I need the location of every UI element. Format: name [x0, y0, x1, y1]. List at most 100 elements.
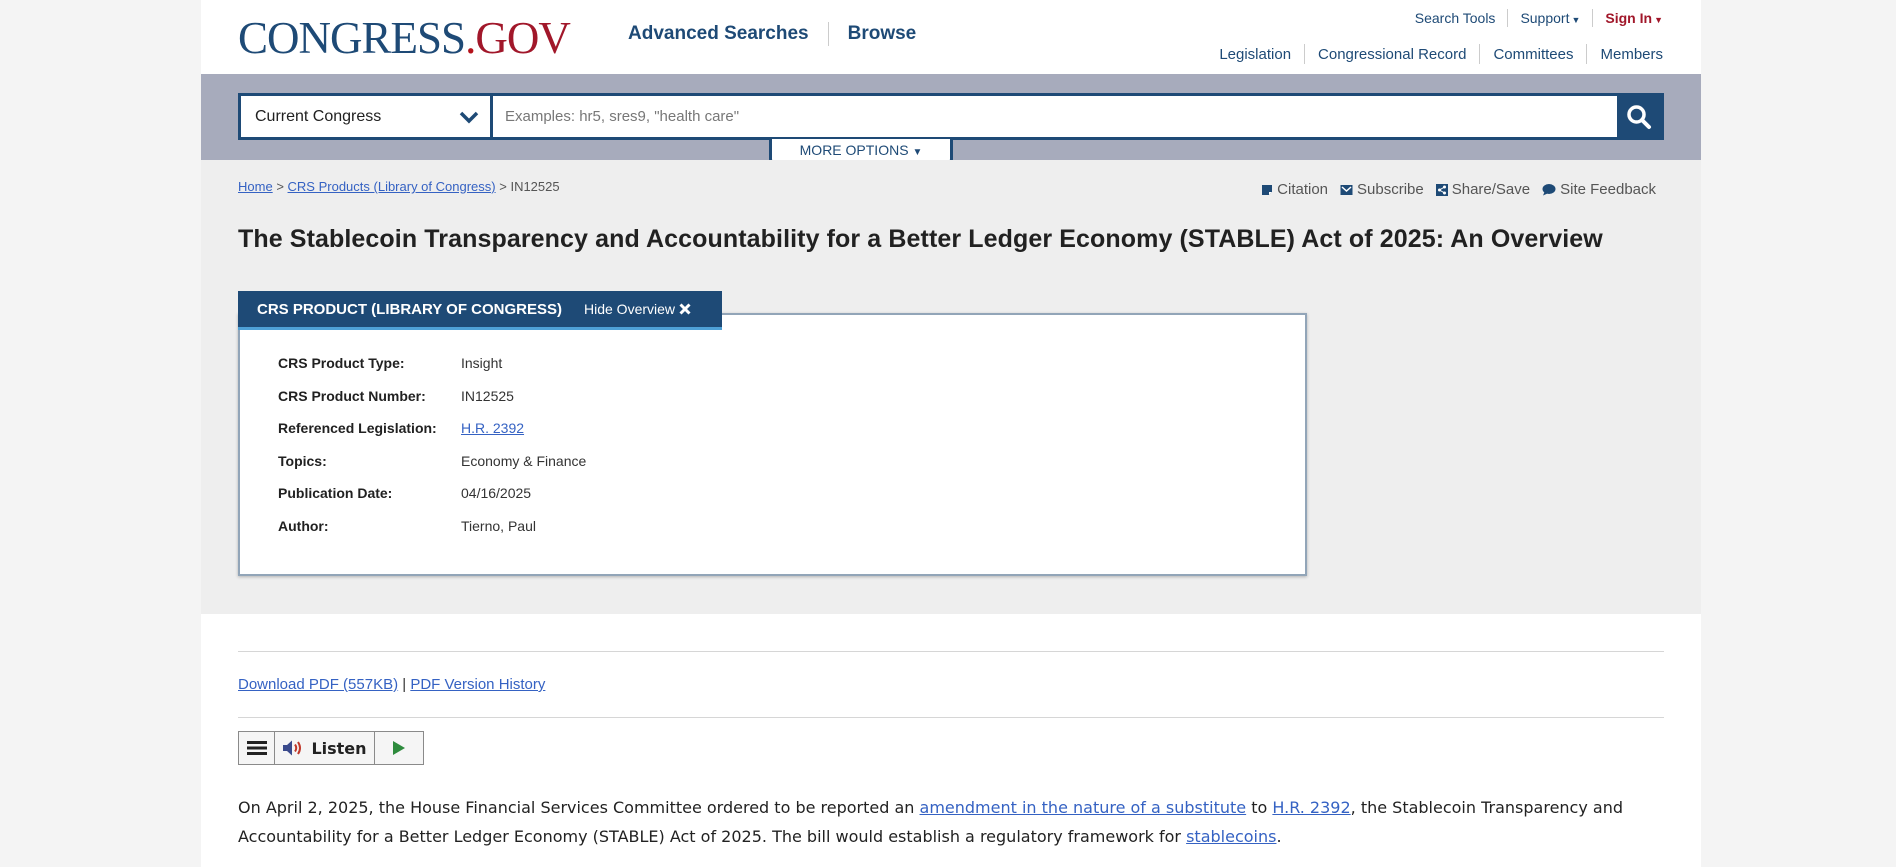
- hide-overview-label: Hide Overview: [584, 301, 676, 317]
- download-links: Download PDF (557KB) | PDF Version Histo…: [238, 676, 545, 693]
- nav-committees[interactable]: Committees: [1493, 46, 1573, 63]
- overview-label: Topics:: [278, 453, 327, 469]
- site-feedback-label: Site Feedback: [1560, 181, 1656, 198]
- citation-label: Citation: [1277, 181, 1329, 198]
- page-title: The Stablecoin Transparency and Accounta…: [238, 225, 1603, 253]
- overview-label: CRS Product Number:: [278, 388, 426, 404]
- listen-menu-button[interactable]: [239, 732, 275, 764]
- download-separator: |: [402, 676, 407, 693]
- breadcrumb-crs-products[interactable]: CRS Products (Library of Congress): [288, 179, 496, 194]
- overview-row-topics: Topics: Economy & Finance: [278, 453, 586, 469]
- listen-player: Listen: [238, 731, 424, 765]
- chevron-down-icon: ▼: [912, 147, 923, 158]
- hr-2392-link[interactable]: H.R. 2392: [1272, 798, 1350, 817]
- citation-icon: [1262, 184, 1273, 195]
- listen-label: Listen: [311, 738, 367, 758]
- chevron-down-icon: [459, 111, 479, 123]
- sign-in-label: Sign In: [1605, 10, 1653, 26]
- hide-overview-button[interactable]: Hide Overview: [584, 301, 691, 317]
- sec-divider: [1479, 44, 1481, 64]
- overview-tab-title: CRS PRODUCT (LIBRARY OF CONGRESS): [257, 300, 563, 318]
- overview-band: Home > CRS Products (Library of Congress…: [201, 160, 1701, 614]
- share-icon: [1435, 183, 1448, 196]
- search-tools-link[interactable]: Search Tools: [1415, 10, 1496, 26]
- congress-gov-logo[interactable]: CONGRESS.GOV: [238, 13, 571, 63]
- search-scope-select[interactable]: Current Congress: [241, 96, 493, 137]
- overview-value: Tierno, Paul: [461, 518, 536, 534]
- menu-icon: [246, 741, 267, 755]
- subscribe-button[interactable]: Subscribe: [1340, 181, 1424, 198]
- divider: [238, 651, 1664, 652]
- pdf-version-history-link[interactable]: PDF Version History: [410, 676, 545, 693]
- nav-legislation[interactable]: Legislation: [1219, 46, 1291, 63]
- amendment-link[interactable]: amendment in the nature of a substitute: [920, 798, 1247, 817]
- play-button[interactable]: [375, 732, 423, 764]
- search-scope-value: Current Congress: [255, 107, 382, 125]
- site-feedback-button[interactable]: Site Feedback: [1542, 181, 1656, 198]
- nav-divider: [827, 22, 829, 46]
- logo-gov: GOV: [475, 13, 570, 63]
- listen-button[interactable]: Listen: [275, 732, 375, 764]
- support-label: Support: [1520, 10, 1570, 26]
- util-divider: [1507, 9, 1509, 27]
- overview-row-author: Author: Tierno, Paul: [278, 518, 536, 534]
- subscribe-label: Subscribe: [1357, 181, 1424, 198]
- sign-in-menu[interactable]: Sign In ▼: [1605, 10, 1663, 26]
- download-pdf-link[interactable]: Download PDF (557KB): [238, 676, 398, 693]
- overview-panel: CRS Product Type: Insight CRS Product Nu…: [238, 313, 1307, 576]
- citation-button[interactable]: Citation: [1261, 181, 1328, 198]
- support-menu[interactable]: Support ▼: [1520, 10, 1580, 26]
- summary-paragraph: On April 2, 2025, the House Financial Se…: [238, 793, 1664, 851]
- breadcrumb: Home > CRS Products (Library of Congress…: [238, 179, 560, 194]
- logo-congress: CONGRESS: [238, 13, 466, 63]
- search-input[interactable]: [493, 96, 1617, 137]
- nav-advanced-searches[interactable]: Advanced Searches: [628, 23, 809, 45]
- main-nav: Advanced Searches Browse: [628, 22, 916, 46]
- caret-down-icon: ▼: [1571, 15, 1581, 25]
- nav-members[interactable]: Members: [1600, 46, 1663, 63]
- body-text: On April 2, 2025, the House Financial Se…: [238, 798, 920, 817]
- envelope-icon: [1340, 184, 1353, 195]
- sec-divider: [1304, 44, 1306, 64]
- logo-dot: .: [465, 13, 476, 63]
- breadcrumb-separator: >: [499, 179, 507, 194]
- overview-value: IN12525: [461, 388, 514, 404]
- more-options-label: MORE OPTIONS: [799, 142, 909, 158]
- overview-tab: CRS PRODUCT (LIBRARY OF CONGRESS) Hide O…: [238, 291, 722, 330]
- share-save-button[interactable]: Share/Save: [1435, 181, 1531, 198]
- util-divider: [1592, 9, 1594, 27]
- page-tools: Citation Subscribe Share/Save Site Feedb…: [1249, 181, 1656, 198]
- search-band: Current Congress MORE OPTIONS ▼: [201, 74, 1701, 167]
- overview-row-product-number: CRS Product Number: IN12525: [278, 388, 514, 404]
- comment-icon: [1542, 184, 1556, 196]
- nav-browse[interactable]: Browse: [848, 23, 917, 45]
- overview-label: Author:: [278, 518, 329, 534]
- breadcrumb-separator: >: [276, 179, 284, 194]
- page: CONGRESS.GOV Advanced Searches Browse Se…: [201, 0, 1701, 867]
- secondary-nav: Legislation Congressional Record Committ…: [1219, 44, 1663, 64]
- stablecoins-link[interactable]: stablecoins: [1186, 827, 1276, 846]
- sec-divider: [1586, 44, 1588, 64]
- overview-value: Economy & Finance: [461, 453, 587, 469]
- body-text: .: [1276, 827, 1282, 846]
- play-icon: [393, 741, 405, 755]
- overview-label: CRS Product Type:: [278, 355, 405, 371]
- body-text: to: [1246, 798, 1273, 817]
- search-bar: Current Congress: [238, 93, 1664, 140]
- utility-nav: Search Tools Support ▼ Sign In ▼: [1415, 9, 1663, 27]
- overview-row-referenced-legislation: Referenced Legislation: H.R. 2392: [278, 420, 524, 436]
- share-save-label: Share/Save: [1451, 181, 1531, 198]
- breadcrumb-home[interactable]: Home: [238, 179, 273, 194]
- search-button[interactable]: [1617, 96, 1661, 137]
- breadcrumb-current: IN12525: [510, 179, 560, 194]
- divider: [238, 717, 1664, 718]
- close-icon: [679, 303, 691, 315]
- nav-congressional-record[interactable]: Congressional Record: [1318, 46, 1466, 63]
- speaker-icon: [283, 740, 302, 756]
- site-header: CONGRESS.GOV Advanced Searches Browse Se…: [201, 0, 1701, 74]
- overview-row-product-type: CRS Product Type: Insight: [278, 355, 502, 371]
- overview-label: Referenced Legislation:: [278, 420, 437, 436]
- overview-value: Insight: [461, 355, 503, 371]
- referenced-legislation-link[interactable]: H.R. 2392: [461, 420, 524, 436]
- overview-value: 04/16/2025: [461, 485, 532, 501]
